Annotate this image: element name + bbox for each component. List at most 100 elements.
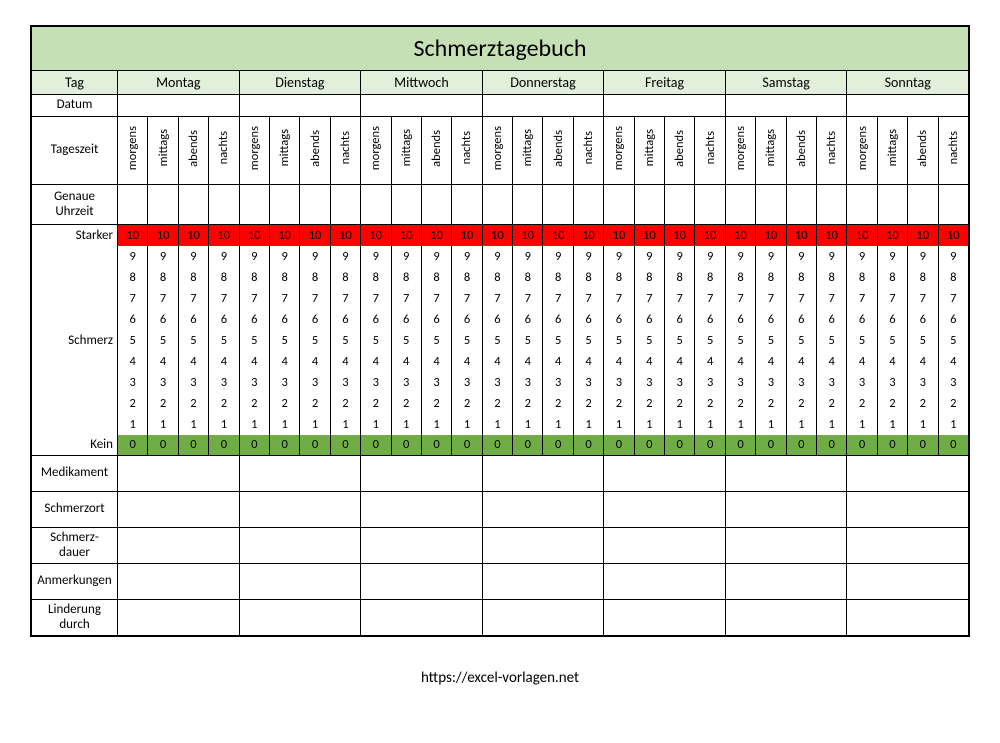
datum-cell[interactable]: [118, 95, 240, 117]
scale-cell[interactable]: 5: [300, 330, 330, 351]
scale-cell[interactable]: 9: [604, 246, 634, 267]
scale-cell[interactable]: 9: [786, 246, 816, 267]
scale-cell[interactable]: 5: [178, 330, 208, 351]
scale-cell[interactable]: 4: [543, 351, 573, 372]
scale-cell[interactable]: 4: [482, 351, 512, 372]
uhrzeit-cell[interactable]: [482, 185, 512, 225]
scale-cell[interactable]: 1: [816, 414, 846, 435]
uhrzeit-cell[interactable]: [300, 185, 330, 225]
scale-cell[interactable]: 2: [391, 393, 421, 414]
scale-cell[interactable]: 7: [482, 288, 512, 309]
scale-cell[interactable]: 5: [209, 330, 239, 351]
uhrzeit-cell[interactable]: [421, 185, 451, 225]
scale-cell[interactable]: 5: [361, 330, 391, 351]
scale-cell[interactable]: 7: [239, 288, 269, 309]
scale-cell[interactable]: 5: [148, 330, 178, 351]
scale-cell[interactable]: 6: [938, 309, 968, 330]
uhrzeit-cell[interactable]: [330, 185, 360, 225]
scale-cell[interactable]: 9: [695, 246, 725, 267]
scale-cell[interactable]: 9: [634, 246, 664, 267]
scale-cell[interactable]: 10: [148, 225, 178, 246]
scale-cell[interactable]: 0: [239, 435, 269, 456]
scale-cell[interactable]: 2: [118, 393, 148, 414]
datum-cell[interactable]: [847, 95, 969, 117]
uhrzeit-cell[interactable]: [148, 185, 178, 225]
scale-cell[interactable]: 9: [908, 246, 938, 267]
scale-cell[interactable]: 9: [756, 246, 786, 267]
scale-cell[interactable]: 1: [391, 414, 421, 435]
scale-cell[interactable]: 1: [118, 414, 148, 435]
bottom-cell[interactable]: [847, 456, 969, 492]
bottom-cell[interactable]: [482, 456, 604, 492]
scale-cell[interactable]: 6: [269, 309, 299, 330]
scale-cell[interactable]: 10: [908, 225, 938, 246]
scale-cell[interactable]: 8: [178, 267, 208, 288]
scale-cell[interactable]: 3: [391, 372, 421, 393]
scale-cell[interactable]: 3: [908, 372, 938, 393]
scale-cell[interactable]: 4: [938, 351, 968, 372]
scale-cell[interactable]: 4: [908, 351, 938, 372]
scale-cell[interactable]: 1: [269, 414, 299, 435]
scale-cell[interactable]: 5: [665, 330, 695, 351]
bottom-cell[interactable]: [118, 456, 240, 492]
scale-cell[interactable]: 8: [938, 267, 968, 288]
datum-cell[interactable]: [482, 95, 604, 117]
scale-cell[interactable]: 5: [482, 330, 512, 351]
scale-cell[interactable]: 8: [877, 267, 907, 288]
scale-cell[interactable]: 6: [573, 309, 603, 330]
scale-cell[interactable]: 1: [543, 414, 573, 435]
bottom-cell[interactable]: [361, 600, 483, 636]
scale-cell[interactable]: 1: [665, 414, 695, 435]
scale-cell[interactable]: 0: [391, 435, 421, 456]
scale-cell[interactable]: 1: [604, 414, 634, 435]
scale-cell[interactable]: 6: [543, 309, 573, 330]
scale-cell[interactable]: 7: [786, 288, 816, 309]
scale-cell[interactable]: 8: [665, 267, 695, 288]
scale-cell[interactable]: 9: [330, 246, 360, 267]
scale-cell[interactable]: 7: [634, 288, 664, 309]
scale-cell[interactable]: 3: [300, 372, 330, 393]
scale-cell[interactable]: 2: [938, 393, 968, 414]
scale-cell[interactable]: 8: [209, 267, 239, 288]
scale-cell[interactable]: 2: [269, 393, 299, 414]
scale-cell[interactable]: 9: [513, 246, 543, 267]
scale-cell[interactable]: 4: [816, 351, 846, 372]
scale-cell[interactable]: 6: [452, 309, 482, 330]
scale-cell[interactable]: 0: [543, 435, 573, 456]
scale-cell[interactable]: 8: [573, 267, 603, 288]
scale-cell[interactable]: 5: [725, 330, 755, 351]
scale-cell[interactable]: 6: [908, 309, 938, 330]
scale-cell[interactable]: 6: [391, 309, 421, 330]
scale-cell[interactable]: 9: [118, 246, 148, 267]
scale-cell[interactable]: 10: [665, 225, 695, 246]
scale-cell[interactable]: 4: [695, 351, 725, 372]
scale-cell[interactable]: 8: [239, 267, 269, 288]
scale-cell[interactable]: 6: [604, 309, 634, 330]
scale-cell[interactable]: 10: [330, 225, 360, 246]
scale-cell[interactable]: 8: [816, 267, 846, 288]
bottom-cell[interactable]: [361, 564, 483, 600]
scale-cell[interactable]: 1: [786, 414, 816, 435]
scale-cell[interactable]: 7: [938, 288, 968, 309]
scale-cell[interactable]: 8: [604, 267, 634, 288]
scale-cell[interactable]: 0: [421, 435, 451, 456]
scale-cell[interactable]: 10: [421, 225, 451, 246]
scale-cell[interactable]: 4: [725, 351, 755, 372]
bottom-cell[interactable]: [239, 456, 361, 492]
uhrzeit-cell[interactable]: [361, 185, 391, 225]
bottom-cell[interactable]: [725, 528, 847, 564]
scale-cell[interactable]: 2: [209, 393, 239, 414]
scale-cell[interactable]: 10: [269, 225, 299, 246]
bottom-cell[interactable]: [361, 456, 483, 492]
scale-cell[interactable]: 4: [573, 351, 603, 372]
scale-cell[interactable]: 9: [391, 246, 421, 267]
bottom-cell[interactable]: [118, 492, 240, 528]
scale-cell[interactable]: 10: [725, 225, 755, 246]
bottom-cell[interactable]: [725, 564, 847, 600]
scale-cell[interactable]: 10: [877, 225, 907, 246]
scale-cell[interactable]: 3: [209, 372, 239, 393]
scale-cell[interactable]: 10: [239, 225, 269, 246]
scale-cell[interactable]: 10: [300, 225, 330, 246]
bottom-cell[interactable]: [482, 564, 604, 600]
scale-cell[interactable]: 2: [877, 393, 907, 414]
